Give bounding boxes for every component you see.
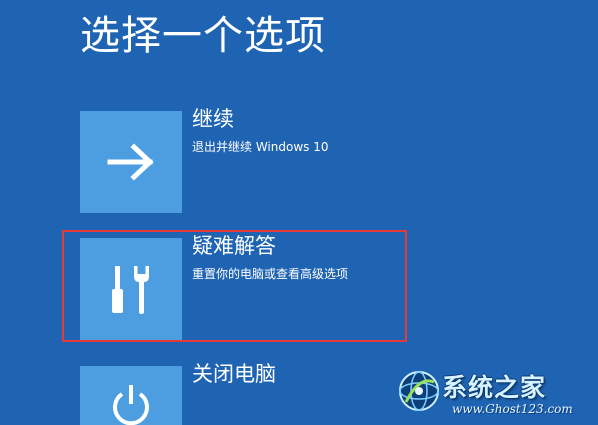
shutdown-tile[interactable] xyxy=(80,366,182,425)
continue-option[interactable]: 继续 退出并继续 Windows 10 xyxy=(80,107,410,213)
continue-description: 退出并继续 Windows 10 xyxy=(192,140,329,154)
watermark: 系统之家 www.Ghost123.com xyxy=(396,366,596,422)
continue-tile[interactable] xyxy=(80,111,182,213)
recovery-screen: 选择一个选项 继续 退出并继续 Windows 10 疑难解答 重置你的电脑或查… xyxy=(0,0,598,425)
troubleshoot-description: 重置你的电脑或查看高级选项 xyxy=(192,267,349,281)
tools-icon xyxy=(112,266,149,314)
shutdown-option[interactable]: 关闭电脑 xyxy=(80,362,410,425)
troubleshoot-option[interactable]: 疑难解答 重置你的电脑或查看高级选项 xyxy=(80,234,410,340)
globe-logo-icon xyxy=(399,371,439,411)
watermark-site: www.Ghost123.com xyxy=(452,402,573,416)
arrow-right-icon xyxy=(107,143,154,181)
continue-label: 继续 xyxy=(192,107,234,131)
power-icon xyxy=(113,385,149,425)
page-title: 选择一个选项 xyxy=(80,13,326,59)
watermark-brand: 系统之家 xyxy=(442,373,547,402)
shutdown-label: 关闭电脑 xyxy=(192,362,276,386)
troubleshoot-label: 疑难解答 xyxy=(192,234,276,258)
troubleshoot-tile[interactable] xyxy=(80,238,182,340)
